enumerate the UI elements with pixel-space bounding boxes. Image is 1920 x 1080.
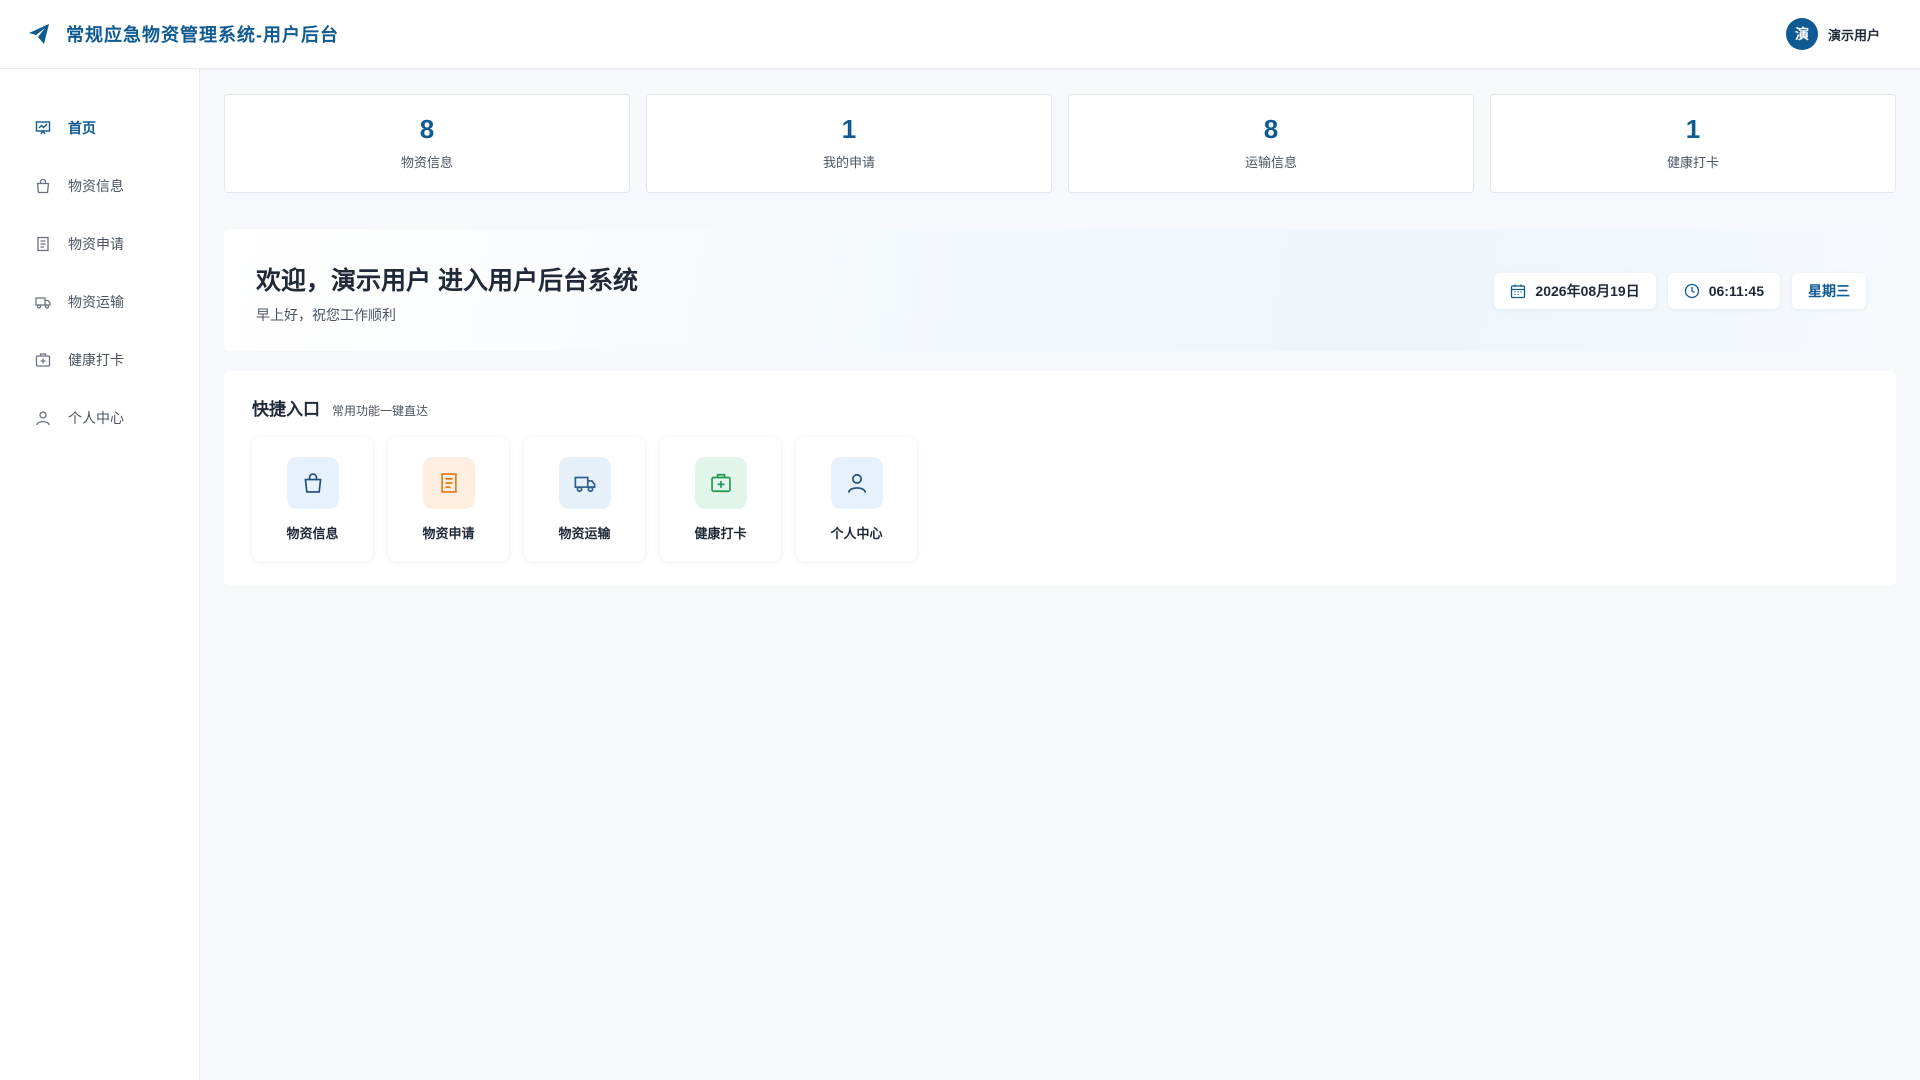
quick-card-transport[interactable]: 物资运输 xyxy=(524,437,645,561)
quick-access-subtitle: 常用功能一键直达 xyxy=(332,404,429,418)
weekday-text: 星期三 xyxy=(1808,283,1850,299)
paper-plane-icon xyxy=(26,21,52,47)
avatar[interactable]: 演 xyxy=(1785,18,1818,50)
stat-value: 1 xyxy=(841,114,857,144)
welcome-banner: 欢迎，演示用户 进入用户后台系统 早上好，祝您工作顺利 2026年08月19日 … xyxy=(224,229,1896,351)
quick-access-title: 快捷入口 xyxy=(252,400,320,419)
truck-icon xyxy=(34,293,52,311)
top-bar: 常规应急物资管理系统-用户后台 演 演示用户 xyxy=(0,0,1920,69)
quick-card-label: 个人中心 xyxy=(830,526,883,541)
user-name[interactable]: 演示用户 xyxy=(1828,25,1880,44)
sidebar-item-label: 个人中心 xyxy=(68,410,124,426)
sidebar-item-label: 物资运输 xyxy=(68,294,124,310)
main-content: 8 物资信息 1 我的申请 8 运输信息 1 健康打卡 欢迎，演示用户 进入用户… xyxy=(224,94,1896,586)
stat-label: 我的申请 xyxy=(822,155,875,170)
stat-label: 物资信息 xyxy=(400,155,453,170)
quick-card-label: 物资信息 xyxy=(286,526,339,541)
sidebar-item-health-checkin[interactable]: 健康打卡 xyxy=(0,331,199,389)
welcome-subtitle: 早上好，祝您工作顺利 xyxy=(256,307,396,323)
clock-icon xyxy=(1684,283,1700,299)
stat-card-supplies[interactable]: 8 物资信息 xyxy=(224,94,630,193)
sidebar-item-profile[interactable]: 个人中心 xyxy=(0,389,199,447)
quick-access-header: 快捷入口 常用功能一键直达 xyxy=(252,395,428,420)
shopping-bag-icon xyxy=(286,457,339,509)
app-title: 常规应急物资管理系统-用户后台 xyxy=(66,25,339,45)
date-text: 2026年08月19日 xyxy=(1535,283,1640,299)
medical-kit-icon xyxy=(34,351,52,369)
stat-value: 8 xyxy=(1263,114,1279,144)
quick-card-label: 物资运输 xyxy=(558,526,611,541)
sidebar-item-label: 首页 xyxy=(68,120,96,136)
quick-card-profile[interactable]: 个人中心 xyxy=(796,437,917,561)
sidebar-item-application[interactable]: 物资申请 xyxy=(0,215,199,273)
quick-card-application[interactable]: 物资申请 xyxy=(388,437,509,561)
stat-card-health-checkin[interactable]: 1 健康打卡 xyxy=(1490,94,1896,193)
stat-label: 健康打卡 xyxy=(1666,155,1719,170)
calendar-icon xyxy=(1510,283,1526,299)
sidebar-item-label: 物资信息 xyxy=(68,178,124,194)
quick-card-supplies[interactable]: 物资信息 xyxy=(252,437,373,561)
quick-card-label: 健康打卡 xyxy=(694,526,747,541)
stat-label: 运输信息 xyxy=(1244,155,1297,170)
stats-row: 8 物资信息 1 我的申请 8 运输信息 1 健康打卡 xyxy=(224,94,1896,193)
datetime-chips: 2026年08月19日 06:11:45 星期三 xyxy=(1494,273,1866,309)
user-icon xyxy=(34,409,52,427)
weekday-chip: 星期三 xyxy=(1792,273,1866,309)
shopping-bag-icon xyxy=(34,177,52,195)
dashboard-icon xyxy=(34,119,52,137)
medical-kit-icon xyxy=(694,457,747,509)
user-menu[interactable]: 演 演示用户 xyxy=(1785,18,1880,50)
document-icon xyxy=(34,235,52,253)
sidebar-item-supplies[interactable]: 物资信息 xyxy=(0,157,199,215)
truck-icon xyxy=(558,457,611,509)
stat-value: 1 xyxy=(1685,114,1701,144)
stat-card-transport[interactable]: 8 运输信息 xyxy=(1068,94,1474,193)
sidebar-item-label: 物资申请 xyxy=(68,236,124,252)
sidebar-item-transport[interactable]: 物资运输 xyxy=(0,273,199,331)
sidebar: 首页 物资信息 物资申请 物资运输 健康打卡 个人中心 xyxy=(0,69,200,1080)
sidebar-item-home[interactable]: 首页 xyxy=(0,99,199,157)
quick-access-panel: 快捷入口 常用功能一键直达 物资信息 物资申请 物资运输 健康打卡 个人中心 xyxy=(224,371,1896,586)
sidebar-item-label: 健康打卡 xyxy=(68,352,124,368)
welcome-title: 欢迎，演示用户 进入用户后台系统 xyxy=(256,267,638,295)
quick-card-label: 物资申请 xyxy=(422,526,475,541)
stat-value: 8 xyxy=(419,114,435,144)
date-chip: 2026年08月19日 xyxy=(1494,273,1656,309)
quick-access-grid: 物资信息 物资申请 物资运输 健康打卡 个人中心 xyxy=(252,437,917,561)
stat-card-applications[interactable]: 1 我的申请 xyxy=(646,94,1052,193)
document-icon xyxy=(422,457,475,509)
time-text: 06:11:45 xyxy=(1708,283,1764,299)
quick-card-health-checkin[interactable]: 健康打卡 xyxy=(660,437,781,561)
user-icon xyxy=(830,457,883,509)
time-chip: 06:11:45 xyxy=(1667,273,1780,309)
